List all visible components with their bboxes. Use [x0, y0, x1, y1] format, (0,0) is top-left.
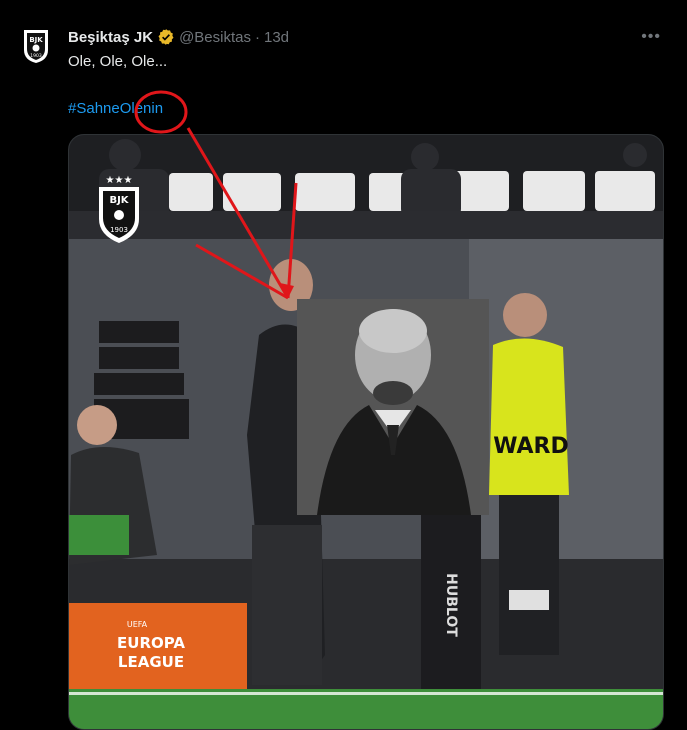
- svg-text:BJK: BJK: [29, 36, 43, 44]
- svg-text:★★★: ★★★: [106, 175, 133, 186]
- besiktas-crest-icon: BJK 1903: [24, 30, 48, 63]
- verified-badge-icon: [158, 29, 174, 45]
- tweet-text: Ole, Ole, Ole...: [68, 53, 168, 70]
- post-time[interactable]: 13d: [264, 29, 289, 46]
- media-image[interactable]: WARD UEFA EUROPA LEAGUE HUBLOT ★★★ BJK 1…: [68, 134, 664, 730]
- league-text-1: EUROPA: [117, 634, 185, 652]
- author-name[interactable]: Beşiktaş JK: [68, 29, 153, 46]
- tweet-header: Beşiktaş JK @Besiktas · 13d: [68, 26, 289, 48]
- steward: WARD: [489, 293, 569, 655]
- svg-text:1903: 1903: [30, 53, 42, 59]
- sponsor-text: HUBLOT: [443, 573, 459, 637]
- logo-year: 1903: [110, 226, 128, 234]
- sponsor-board: HUBLOT: [421, 515, 481, 695]
- uefa-text: UEFA: [127, 620, 148, 629]
- separator: ·: [254, 28, 260, 46]
- league-text-2: LEAGUE: [118, 653, 184, 671]
- hashtag-link[interactable]: #SahneOlenin: [68, 100, 163, 117]
- avatar[interactable]: BJK 1903: [16, 26, 56, 66]
- more-options-button[interactable]: •••: [641, 28, 661, 46]
- stadium-photo: WARD UEFA EUROPA LEAGUE HUBLOT ★★★ BJK 1…: [69, 135, 663, 729]
- vest-text: WARD: [493, 434, 569, 459]
- author-handle[interactable]: @Besiktas: [179, 29, 251, 46]
- portrait-overlay: [297, 299, 489, 515]
- logo-text: BJK: [109, 195, 129, 206]
- tweet[interactable]: BJK 1903 Beşiktaş JK @Besiktas · 13d •••…: [0, 0, 687, 730]
- europa-league-board: UEFA EUROPA LEAGUE: [69, 603, 247, 701]
